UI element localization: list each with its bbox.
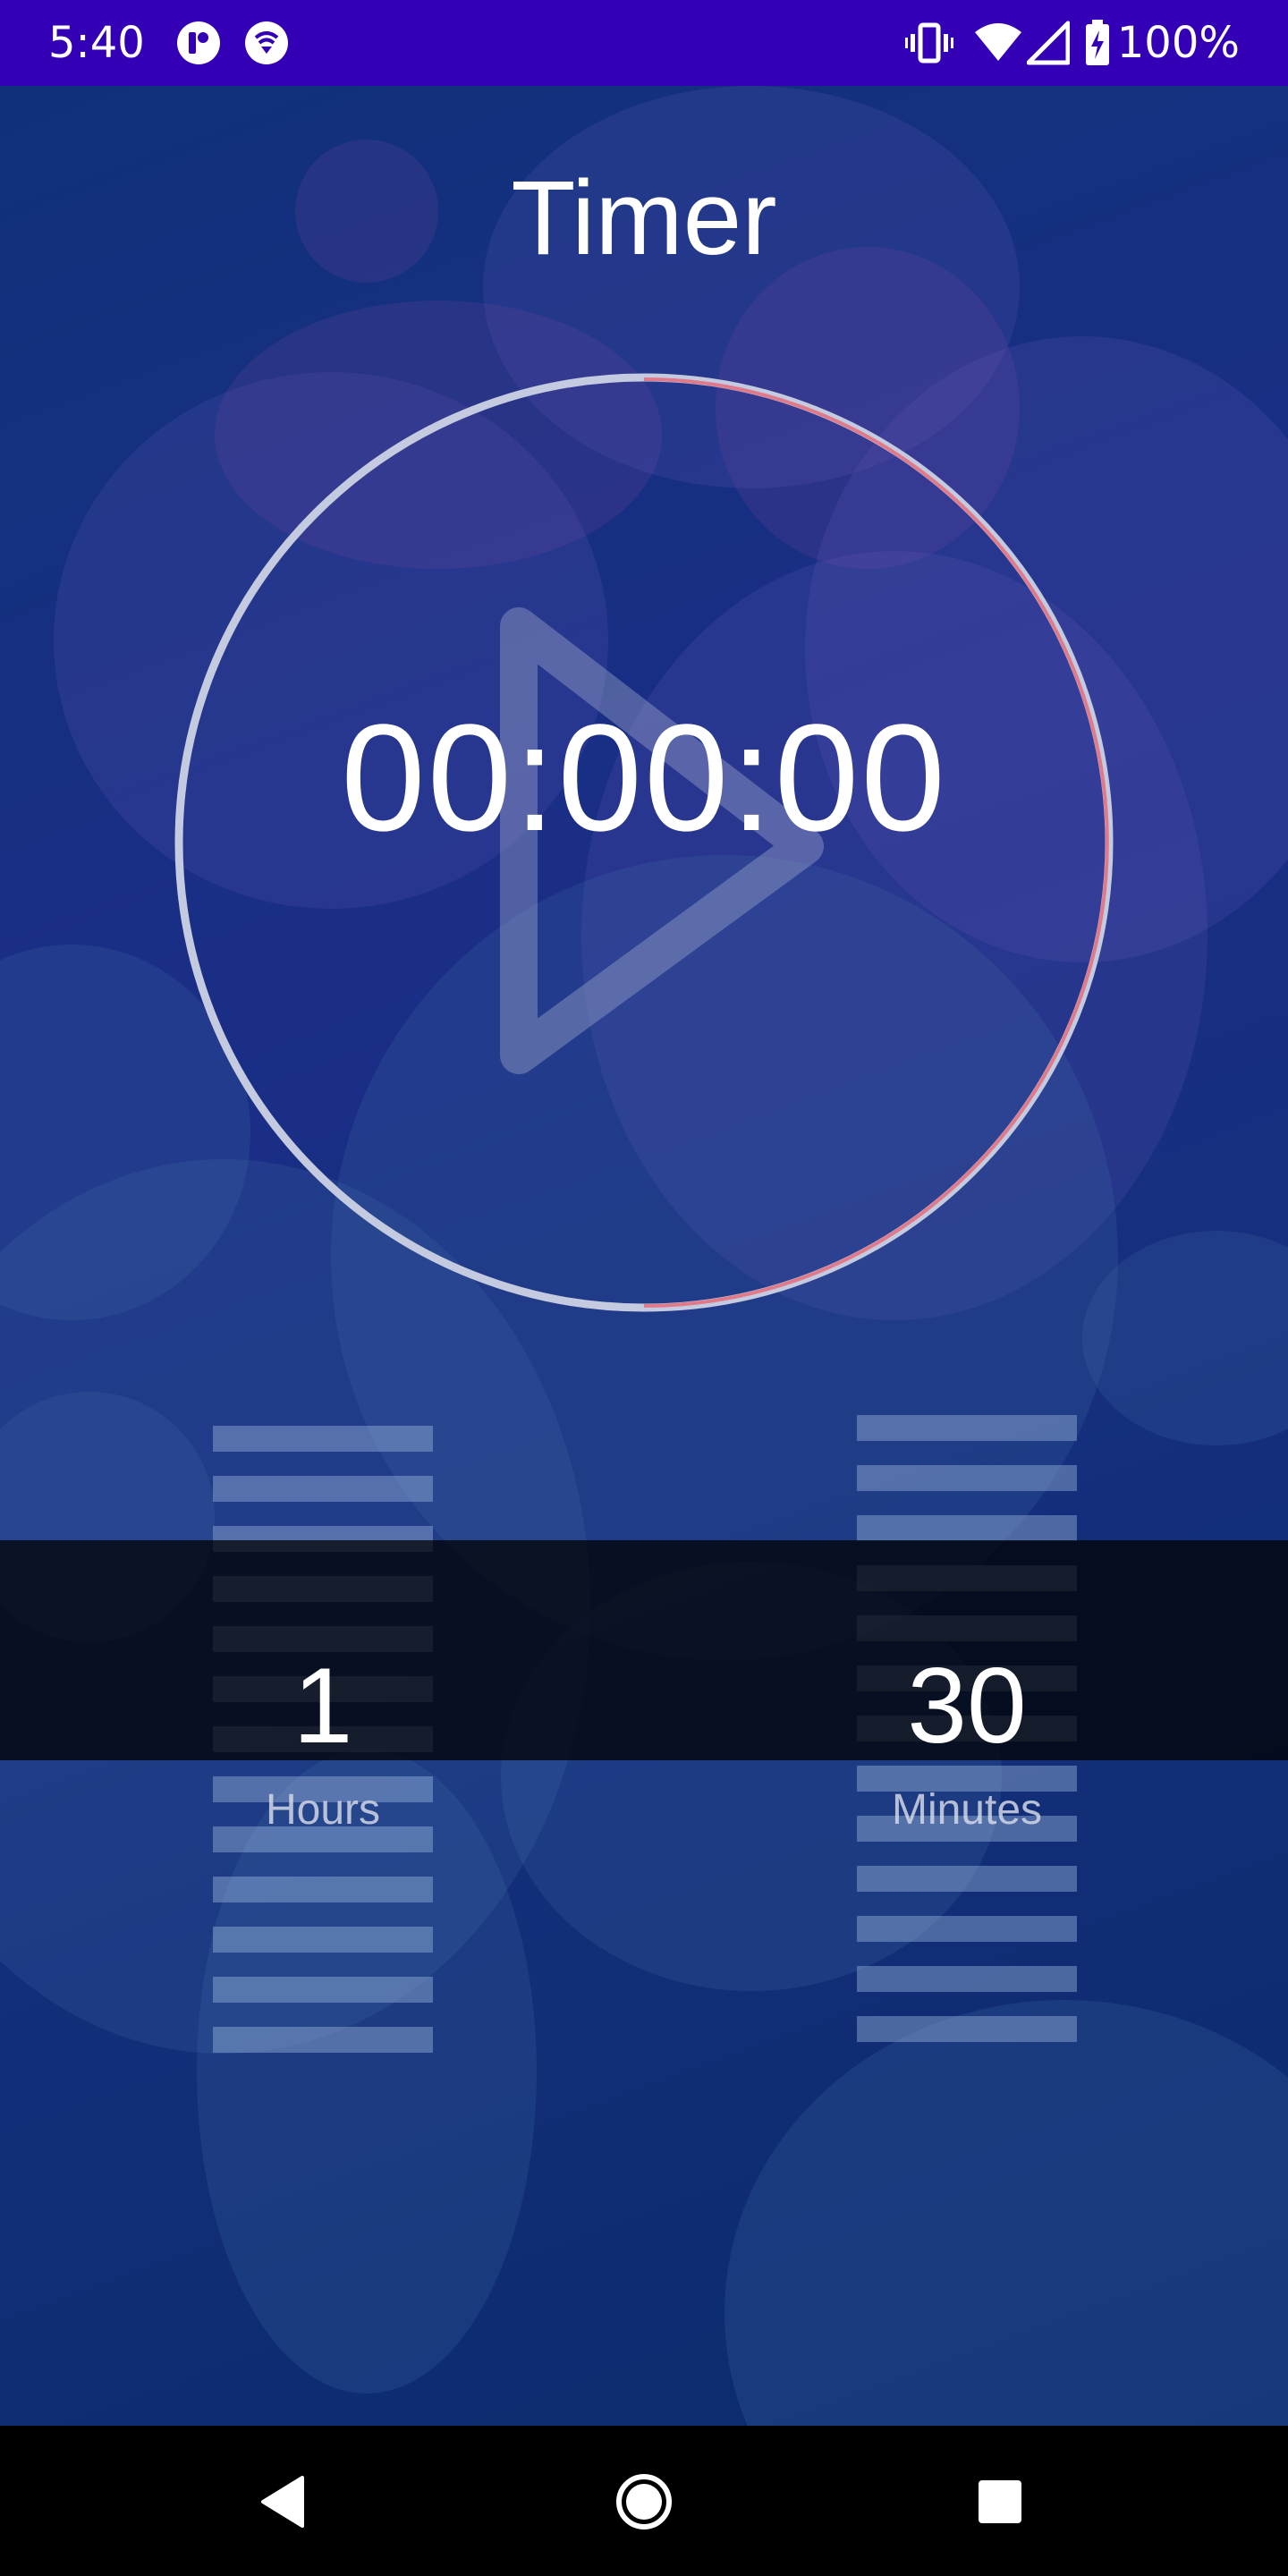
picker-tick bbox=[213, 2027, 433, 2053]
picker-tick bbox=[213, 1476, 433, 1502]
picker-tick bbox=[213, 1977, 433, 2003]
timer-ring[interactable] bbox=[0, 0, 1288, 2576]
hours-value[interactable]: 1 bbox=[213, 1648, 433, 1764]
recents-icon bbox=[979, 2480, 1021, 2523]
hours-label: Hours bbox=[265, 1786, 381, 1834]
picker-tick bbox=[213, 1927, 433, 1953]
picker-tick bbox=[857, 1465, 1077, 1491]
picker-tick bbox=[857, 2016, 1077, 2042]
picker-tick bbox=[213, 1877, 433, 1902]
picker-tick bbox=[857, 1415, 1077, 1441]
timer-screen: 5:40 100% Timer 00:00:00 1 Hours 30 Minu… bbox=[0, 0, 1288, 2576]
picker-tick bbox=[213, 1426, 433, 1452]
recents-button[interactable] bbox=[911, 2426, 1089, 2576]
home-icon bbox=[616, 2474, 672, 2529]
minutes-label: Minutes bbox=[891, 1786, 1043, 1834]
picker-tick bbox=[857, 1966, 1077, 1992]
picker-tick bbox=[857, 1916, 1077, 1942]
picker-selection-band bbox=[0, 1540, 1288, 1760]
timer-display: 00:00:00 bbox=[341, 693, 947, 863]
navigation-bar bbox=[0, 2426, 1288, 2576]
minutes-value[interactable]: 30 bbox=[857, 1648, 1077, 1764]
home-button[interactable] bbox=[555, 2426, 733, 2576]
back-button[interactable] bbox=[195, 2426, 374, 2576]
back-icon bbox=[261, 2476, 304, 2528]
picker-tick bbox=[857, 1866, 1077, 1892]
picker-tick bbox=[857, 1515, 1077, 1541]
